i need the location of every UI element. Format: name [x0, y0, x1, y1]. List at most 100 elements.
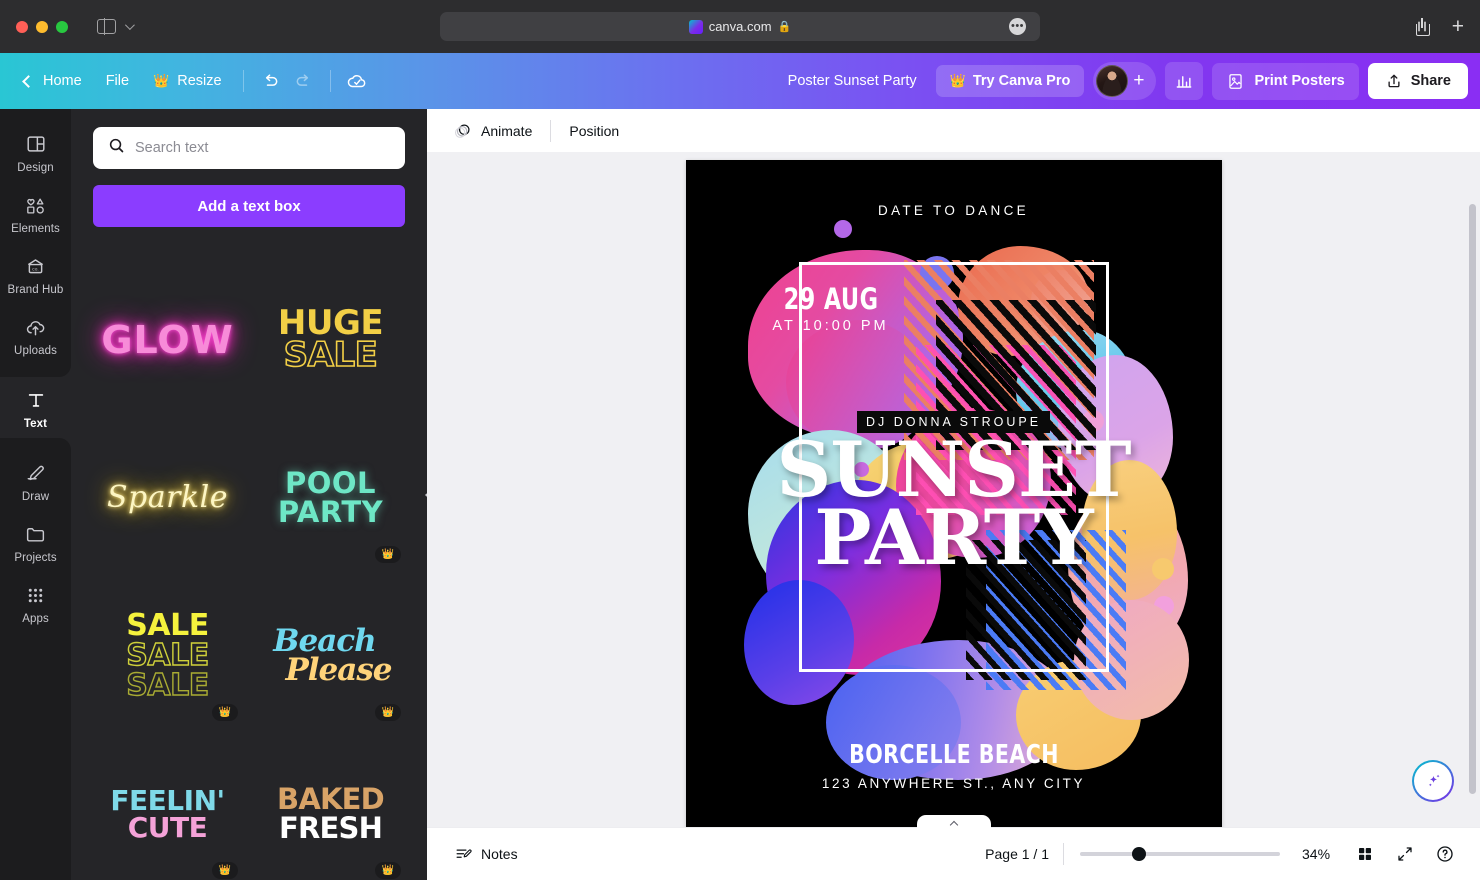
zoom-slider-handle[interactable]: [1132, 847, 1146, 861]
poster-title-line-2: PARTY: [814, 493, 1093, 582]
document-title[interactable]: Poster Sunset Party: [778, 67, 927, 95]
sidebar-item-uploads[interactable]: Uploads: [0, 304, 71, 365]
add-text-box-button[interactable]: Add a text box: [93, 185, 405, 227]
minimize-window-button[interactable]: [36, 20, 48, 33]
poster-design[interactable]: DATE TO DANCE 29 AUG AT 10:00 PM DJ DONN…: [685, 160, 1222, 827]
avatar: [1096, 65, 1129, 97]
print-poster-icon: [1229, 73, 1243, 89]
crown-icon: 👑: [218, 865, 232, 876]
search-input[interactable]: [93, 127, 405, 169]
page-settings-button[interactable]: •••: [1009, 18, 1026, 35]
sidebar-item-text[interactable]: Text: [0, 377, 71, 438]
sidebar-item-label: Draw: [21, 491, 50, 503]
magic-sparkle-icon: [1428, 774, 1440, 786]
text-style-beach-please[interactable]: Beach Please 👑: [256, 577, 405, 735]
pro-badge: 👑: [375, 862, 401, 879]
text-style-feelin-cute[interactable]: FEELIN' CUTE 👑: [93, 735, 242, 880]
insights-button[interactable]: [1165, 62, 1204, 100]
address-bar[interactable]: canva.com 🔒 •••: [440, 12, 1040, 41]
position-button[interactable]: Position: [559, 117, 629, 145]
collapse-bottom-bar-button[interactable]: [916, 815, 991, 830]
undo-button[interactable]: [253, 64, 287, 98]
sidebar-item-draw[interactable]: Draw: [0, 450, 71, 511]
try-canva-pro-button[interactable]: 👑 Try Canva Pro: [935, 65, 1085, 97]
sidebar-item-projects[interactable]: Projects: [0, 511, 71, 572]
rail-curve-top: [0, 365, 71, 377]
left-rail: Design Elements co. Brand Hub Uploads Te…: [0, 109, 71, 880]
canvas-area[interactable]: DATE TO DANCE 29 AUG AT 10:00 PM DJ DONN…: [427, 152, 1480, 827]
cloud-saved-icon: [347, 75, 365, 88]
cloud-saved-button[interactable]: [340, 64, 374, 98]
text-style-huge-sale[interactable]: HUGE SALE: [256, 261, 405, 419]
new-tab-button[interactable]: +: [1452, 16, 1464, 37]
text-style-preview: HUGE SALE: [277, 303, 384, 375]
text-style-preview: SALE SALE SALE: [126, 608, 210, 703]
add-collaborator-button[interactable]: +: [1130, 70, 1147, 92]
browser-sidebar-toggle[interactable]: [97, 18, 135, 35]
undo-icon: [265, 74, 277, 86]
crown-icon: 👑: [381, 549, 395, 560]
text-style-sparkle[interactable]: Sparkle: [93, 419, 242, 577]
animate-button[interactable]: Animate: [443, 115, 542, 147]
sidebar-item-brand-hub[interactable]: co. Brand Hub: [0, 243, 71, 304]
fullscreen-button[interactable]: [1388, 837, 1422, 871]
help-button[interactable]: [1428, 837, 1462, 871]
redo-icon: [296, 74, 308, 86]
collapse-panel-button[interactable]: [419, 462, 427, 527]
draw-icon: [24, 461, 48, 485]
projects-icon: [24, 522, 48, 546]
bottom-bar-divider: [1063, 843, 1064, 865]
sidebar-item-design[interactable]: Design: [0, 121, 71, 182]
sidebar-item-label: Design: [17, 162, 54, 174]
maximize-window-button[interactable]: [56, 20, 68, 33]
print-posters-button[interactable]: Print Posters: [1212, 62, 1359, 100]
page-indicator[interactable]: Page 1 / 1: [985, 846, 1063, 862]
share-button[interactable]: Share: [1367, 63, 1468, 99]
resize-label: Resize: [177, 73, 222, 89]
text-style-grid: GLOW HUGE SALE Sparkle POOL PARTY 👑 SALE…: [93, 261, 405, 880]
zoom-percent-label[interactable]: 34%: [1302, 846, 1342, 862]
text-style-glow[interactable]: GLOW: [93, 261, 242, 419]
position-label: Position: [569, 122, 620, 139]
resize-button[interactable]: 👑 Resize: [141, 66, 234, 96]
magic-ai-button[interactable]: [1412, 760, 1454, 802]
chevron-down-icon: [124, 20, 135, 31]
zoom-slider[interactable]: [1080, 847, 1280, 861]
pro-badge: 👑: [212, 862, 238, 879]
text-style-preview: BAKED FRESH: [277, 782, 385, 845]
close-window-button[interactable]: [16, 20, 28, 33]
canvas-vertical-scrollbar[interactable]: [1469, 204, 1476, 794]
collaborators-group[interactable]: +: [1093, 62, 1157, 100]
text-style-sale-sale-sale[interactable]: SALE SALE SALE 👑: [93, 577, 242, 735]
home-button[interactable]: Home: [12, 66, 94, 96]
toolbar-divider-2: [329, 70, 331, 92]
sidebar-toggle-icon: [97, 18, 116, 35]
animate-icon: [454, 123, 470, 138]
toolbar-divider: [242, 70, 244, 92]
sidebar-item-label: Apps: [22, 613, 49, 625]
animate-label: Animate: [481, 122, 533, 139]
sidebar-item-elements[interactable]: Elements: [0, 182, 71, 243]
crown-icon: 👑: [949, 73, 966, 88]
text-style-preview: GLOW: [101, 318, 234, 362]
browser-share-icon[interactable]: [1414, 17, 1430, 36]
redo-button[interactable]: [287, 64, 321, 98]
home-label: Home: [43, 73, 82, 89]
pro-badge: 👑: [212, 704, 238, 721]
try-pro-label: Try Canva Pro: [972, 73, 1071, 89]
crown-icon: 👑: [153, 73, 170, 88]
sidebar-item-label: Uploads: [14, 345, 57, 357]
text-style-preview: POOL PARTY: [277, 466, 384, 529]
share-label: Share: [1410, 73, 1451, 89]
sidebar-item-apps[interactable]: Apps: [0, 572, 71, 633]
file-menu-button[interactable]: File: [94, 66, 141, 96]
chevron-left-icon: [424, 490, 427, 499]
design-icon: [24, 132, 48, 156]
svg-text:co.: co.: [32, 267, 38, 272]
text-style-baked-fresh[interactable]: BAKED FRESH 👑: [256, 735, 405, 880]
chevron-up-icon: [949, 820, 958, 830]
notes-button[interactable]: Notes: [445, 839, 527, 870]
grid-view-button[interactable]: [1348, 837, 1382, 871]
text-style-pool-party[interactable]: POOL PARTY 👑: [256, 419, 405, 577]
editor-toolbar: Animate Position: [427, 109, 1480, 152]
